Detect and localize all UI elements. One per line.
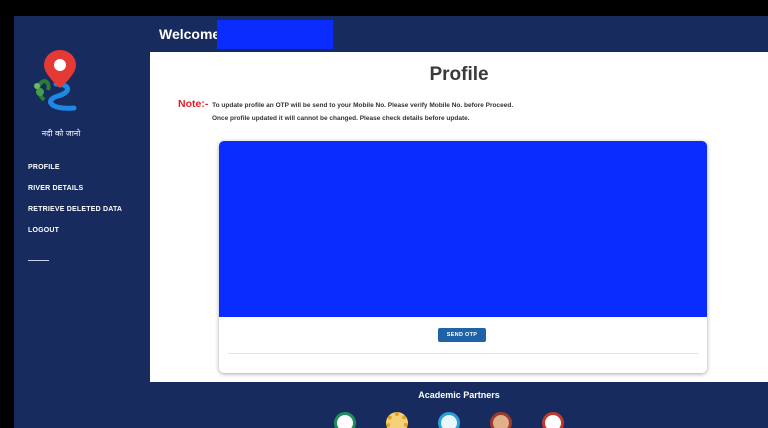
profile-card: SEND OTP xyxy=(219,141,707,373)
note-label: Note:- xyxy=(178,98,209,110)
partner-logo-2-icon xyxy=(386,412,408,428)
partner-logo-4-icon xyxy=(490,412,512,428)
welcome-text: Welcome xyxy=(159,26,221,42)
sidebar-divider xyxy=(28,260,49,261)
sidebar-item-logout[interactable]: LOGOUT xyxy=(28,226,122,247)
card-divider xyxy=(228,353,698,354)
partner-logo-5-icon xyxy=(542,412,564,428)
username-redacted xyxy=(217,20,333,49)
sidebar-item-profile[interactable]: PROFILE xyxy=(28,163,122,184)
top-header: Welcome xyxy=(150,16,768,52)
note-text-2: Once profile updated it will cannot be c… xyxy=(212,115,470,122)
sidebar-item-retrieve-deleted-data[interactable]: RETRIEVE DELETED DATA xyxy=(28,205,122,226)
river-pin-logo-icon xyxy=(34,50,77,111)
footer: Academic Partners xyxy=(150,382,768,428)
profile-details-redacted xyxy=(219,141,707,317)
note-line-1: Note:- To update profile an OTP will be … xyxy=(178,98,513,110)
sidebar-item-river-details[interactable]: RIVER DETAILS xyxy=(28,184,122,205)
academic-partners-title: Academic Partners xyxy=(418,390,500,400)
note-text-1: To update profile an OTP will be send to… xyxy=(212,102,514,109)
partner-logo-1-icon xyxy=(334,412,356,428)
page-title: Profile xyxy=(429,64,489,85)
partner-logo-3-icon xyxy=(438,412,460,428)
sidebar-nav: PROFILE RIVER DETAILS RETRIEVE DELETED D… xyxy=(28,163,122,247)
send-otp-button[interactable]: SEND OTP xyxy=(438,328,486,342)
sidebar: नदी को जानो PROFILE RIVER DETAILS RETRIE… xyxy=(14,16,150,428)
main-content: Profile Note:- To update profile an OTP … xyxy=(150,52,768,382)
brand-tagline: नदी को जानो xyxy=(41,129,81,138)
app-frame: नदी को जानो PROFILE RIVER DETAILS RETRIE… xyxy=(14,16,768,428)
